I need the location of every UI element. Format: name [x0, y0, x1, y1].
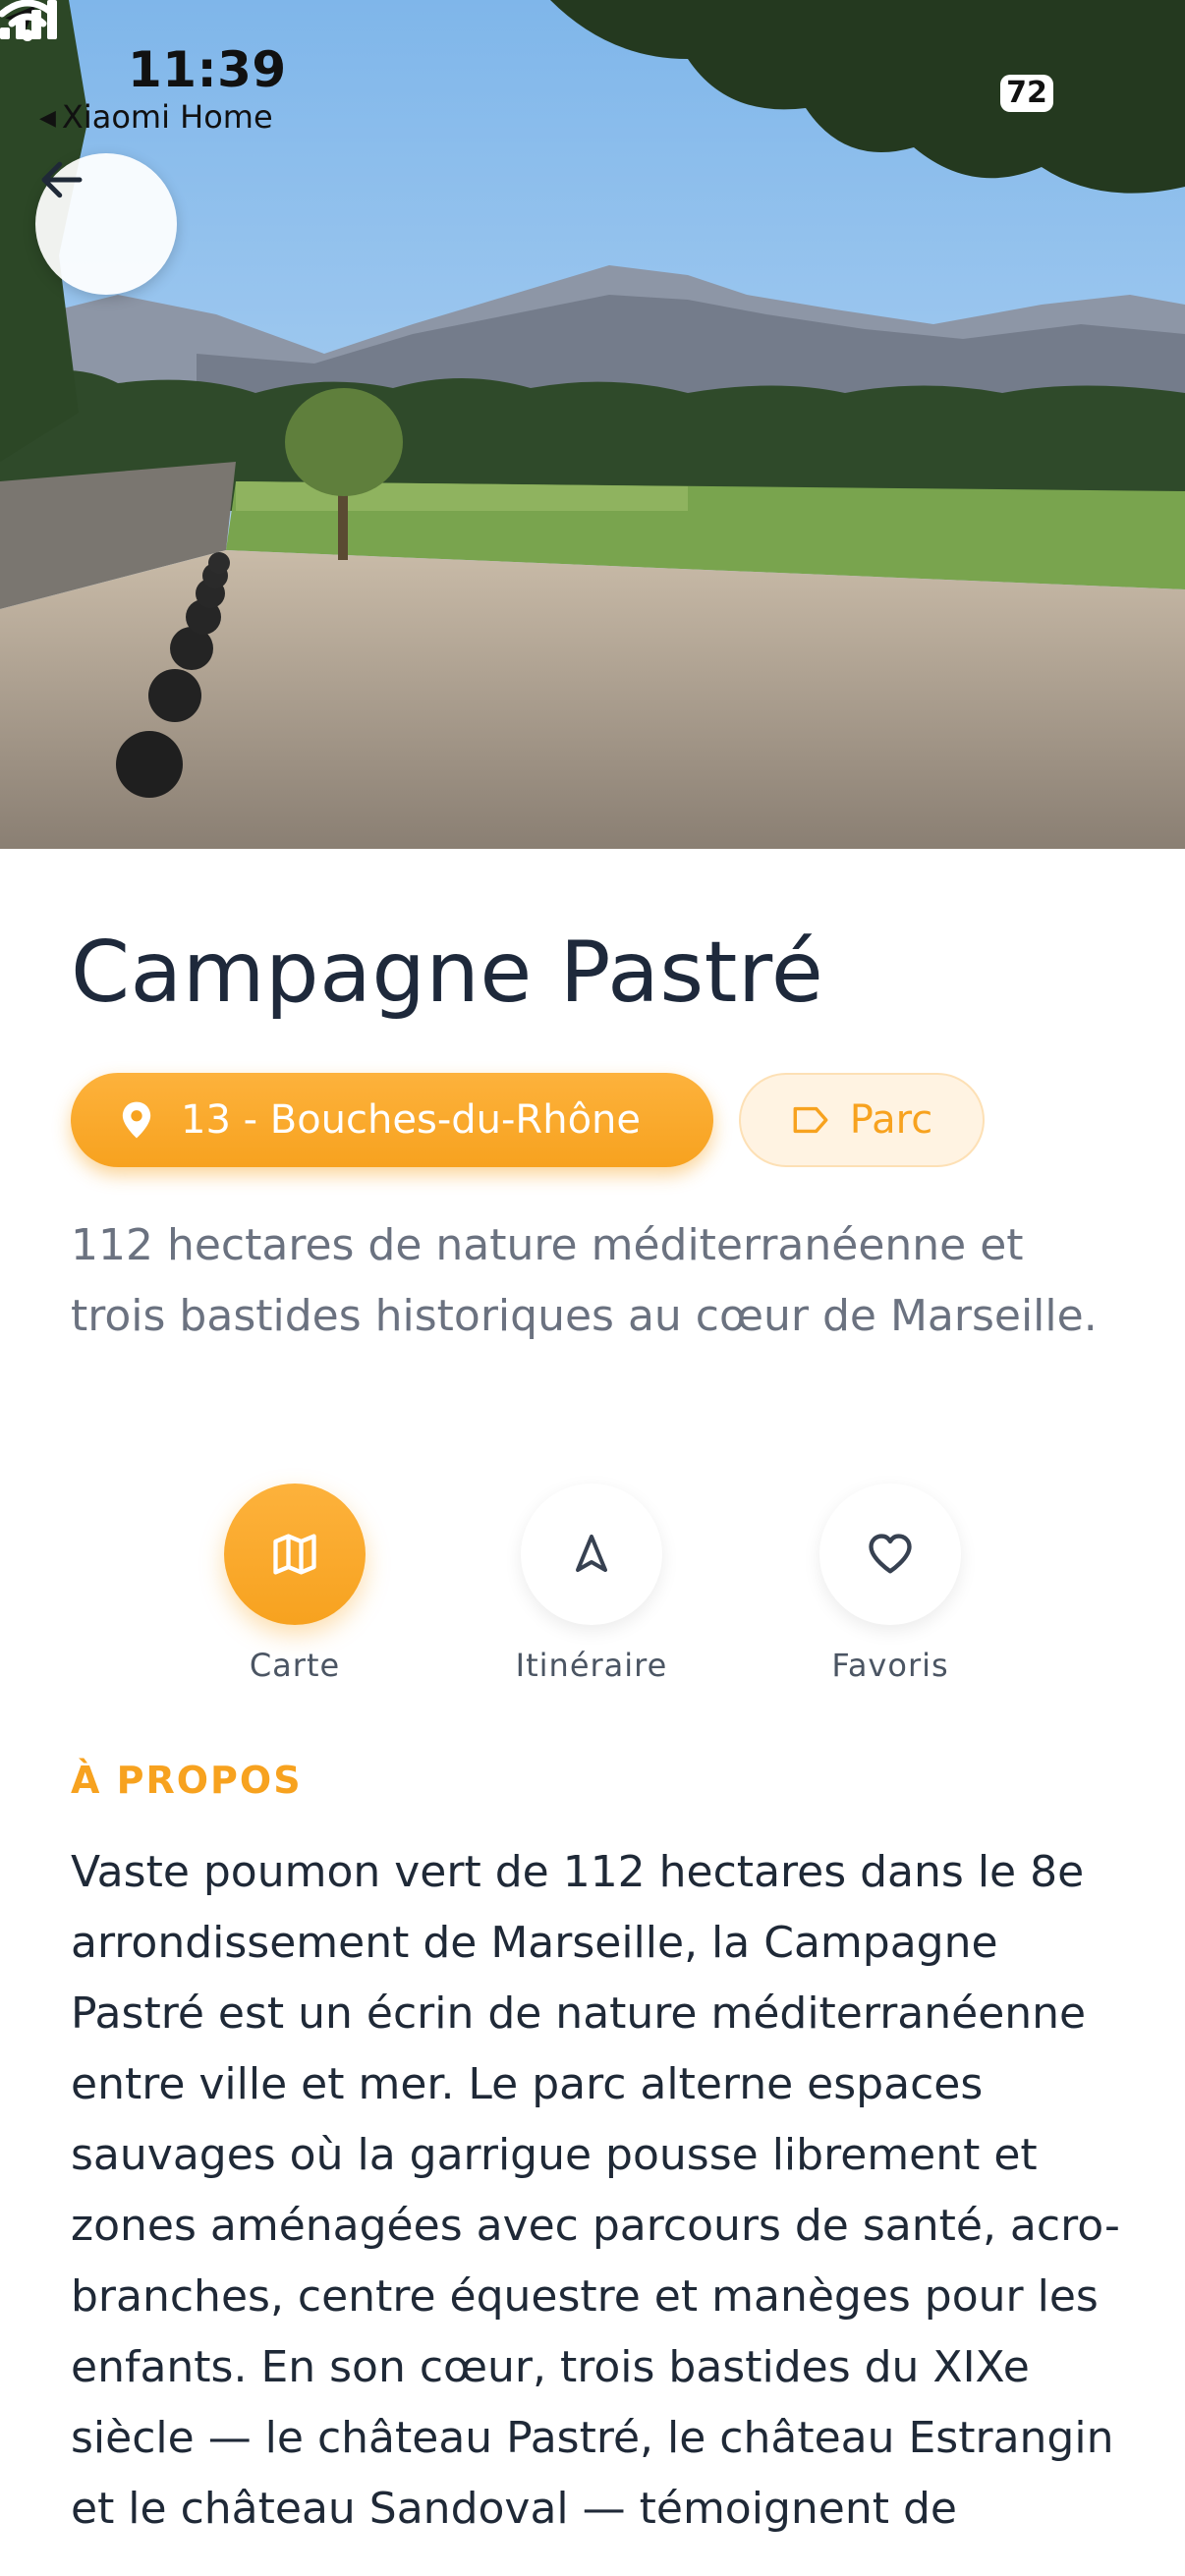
about-text: Vaste poumon vert de 112 hectares dans l… — [71, 1847, 1120, 2534]
arrow-left-icon — [41, 161, 83, 198]
tag-icon — [791, 1103, 830, 1137]
map-action[interactable]: Carte — [177, 1484, 413, 1684]
back-triangle-icon: ◀ — [39, 106, 56, 131]
navigation-icon — [576, 1535, 607, 1572]
back-button[interactable] — [35, 153, 177, 295]
place-summary: 112 hectares de nature méditerranéenne e… — [71, 1220, 1098, 1341]
status-time: 11:39 — [128, 41, 287, 98]
back-app-label: Xiaomi Home — [61, 98, 273, 136]
category-chip[interactable]: Parc — [739, 1073, 985, 1167]
map-action-label: Carte — [249, 1647, 341, 1684]
map-icon — [273, 1534, 316, 1575]
about-heading: À PROPOS — [71, 1759, 303, 1802]
directions-action[interactable]: Itinéraire — [474, 1484, 709, 1684]
hero-image: 11:39 ◀ Xiaomi Home 72 — [0, 0, 1185, 849]
map-pin-icon — [120, 1100, 153, 1140]
location-chip[interactable]: 13 - Bouches-du-Rhône — [71, 1073, 713, 1167]
heart-icon — [869, 1534, 912, 1574]
wifi-icon — [0, 0, 55, 41]
map-action-button[interactable] — [224, 1484, 366, 1625]
favorites-action-button[interactable] — [819, 1484, 961, 1625]
back-to-app-link[interactable]: ◀ Xiaomi Home — [39, 98, 273, 136]
battery-indicator: 72 — [1000, 75, 1053, 112]
directions-action-button[interactable] — [521, 1484, 662, 1625]
category-chip-label: Parc — [849, 1097, 933, 1143]
favorites-action[interactable]: Favoris — [772, 1484, 1008, 1684]
directions-action-label: Itinéraire — [515, 1647, 668, 1684]
location-chip-label: 13 - Bouches-du-Rhône — [181, 1097, 642, 1143]
page-title: Campagne Pastré — [71, 924, 824, 1022]
favorites-action-label: Favoris — [831, 1647, 949, 1684]
